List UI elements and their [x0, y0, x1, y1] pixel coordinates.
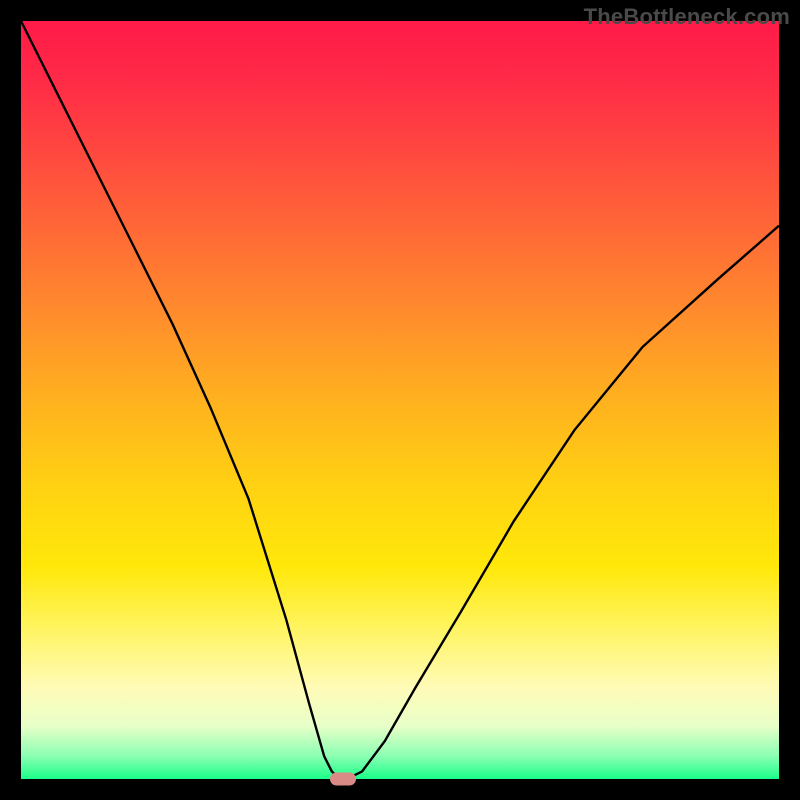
chart-frame: TheBottleneck.com [0, 0, 800, 800]
plot-area [21, 21, 779, 779]
optimal-marker [330, 773, 356, 786]
watermark-label: TheBottleneck.com [584, 4, 790, 30]
bottleneck-curve [21, 21, 779, 779]
curve-path [21, 21, 779, 779]
